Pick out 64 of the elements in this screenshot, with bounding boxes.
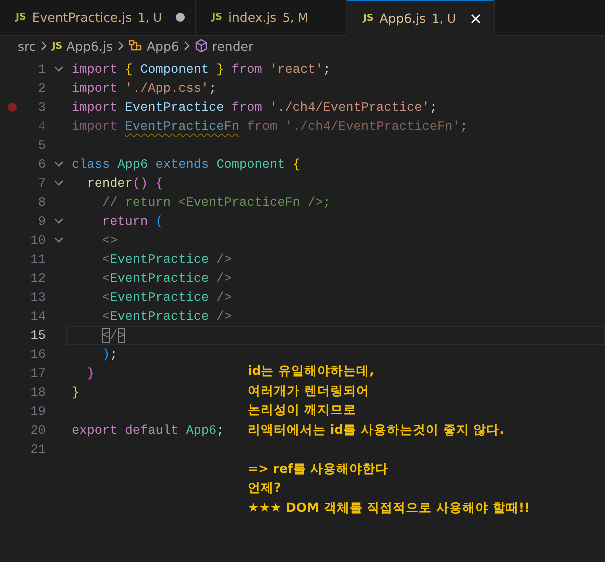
editor-tab[interactable]: JS App6.js 1, U — [347, 0, 496, 36]
line-number: 7 — [37, 176, 46, 191]
line-number: 4 — [37, 119, 46, 134]
line-number: 12 — [30, 271, 46, 286]
code-line: } — [72, 385, 80, 400]
code-line: class App6 extends Component { — [72, 157, 300, 172]
code-line: ); — [101, 347, 118, 362]
chevron-icon — [116, 41, 125, 51]
code-line: export default App6; — [72, 423, 224, 438]
breadcrumb-item[interactable]: render — [195, 38, 254, 54]
breadcrumb-item[interactable]: src — [18, 38, 36, 54]
line-number: 21 — [30, 442, 46, 457]
js-file-icon: JS — [16, 12, 26, 23]
fold-chevron-icon[interactable] — [54, 66, 64, 73]
js-file-icon: JS — [52, 40, 63, 52]
tab-label: App6.js — [380, 11, 426, 26]
line-number: 8 — [37, 195, 46, 210]
annotation-note: id는 유일해야하는데, 여러개가 렌더링되어 논리성이 깨지므로 리액터에서는 id를 사용하는것이 좋지 않다. => ref를 사용해야한다 언제? ★★★ DOM 객체를 직접적으로 사용해야 할때!! — [248, 362, 530, 516]
code-line: import EventPracticeFn from './ch4/EventPracticeFn'; — [72, 119, 468, 134]
code-line: <> — [101, 233, 118, 248]
line-number: 13 — [30, 290, 46, 305]
tab-label: EventPractice.js — [32, 10, 132, 25]
chevron-icon — [183, 41, 192, 51]
line-number: 16 — [30, 347, 46, 362]
line-number: 20 — [30, 423, 46, 438]
line-number: 10 — [30, 233, 46, 248]
line-number: 9 — [37, 214, 46, 229]
fold-chevron-icon[interactable] — [54, 180, 64, 187]
line-number: 2 — [37, 81, 46, 96]
code-line: <EventPractice /> — [101, 271, 232, 286]
breadcrumb-item[interactable]: JS App6.js — [52, 38, 113, 54]
fold-chevron-icon[interactable] — [54, 161, 64, 168]
js-file-icon: JS — [212, 12, 223, 23]
fold-chevron-icon[interactable] — [54, 218, 64, 225]
fold-chevron-icon[interactable] — [54, 237, 64, 244]
code-line: } — [86, 366, 95, 381]
tab-status: 5, M — [282, 10, 308, 24]
line-number: 17 — [30, 366, 46, 381]
tab-label: index.js — [228, 10, 277, 25]
code-line: import './App.css'; — [72, 81, 217, 96]
code-line: import { Component } from 'react'; — [72, 62, 331, 77]
code-line: render() { — [86, 176, 164, 191]
line-number: 5 — [37, 138, 46, 153]
code-line: // return <EventPracticeFn />; — [101, 195, 331, 210]
line-number: 14 — [30, 309, 46, 324]
line-number: 3 — [37, 100, 46, 115]
code-line: import EventPractice from './ch4/EventPractice'; — [72, 100, 438, 115]
tab-status: 1, U — [432, 12, 456, 26]
line-number: 6 — [37, 157, 46, 172]
line-number: 1 — [37, 62, 46, 77]
line-number: 11 — [30, 252, 46, 267]
js-file-icon: JS — [363, 13, 374, 24]
class-icon — [128, 40, 143, 52]
line-number: 15 — [30, 328, 46, 343]
cube-icon — [195, 39, 208, 53]
breadcrumb-item[interactable]: App6 — [128, 38, 180, 54]
code-line: <EventPractice /> — [101, 309, 232, 324]
code-line: return ( — [101, 214, 164, 229]
code-line: <EventPractice /> — [101, 252, 232, 267]
line-number: 19 — [30, 404, 46, 419]
tab-status: 1, U — [138, 10, 162, 24]
code-line: <EventPractice /> — [101, 290, 232, 305]
chevron-icon — [40, 41, 48, 51]
line-number: 18 — [30, 385, 46, 400]
